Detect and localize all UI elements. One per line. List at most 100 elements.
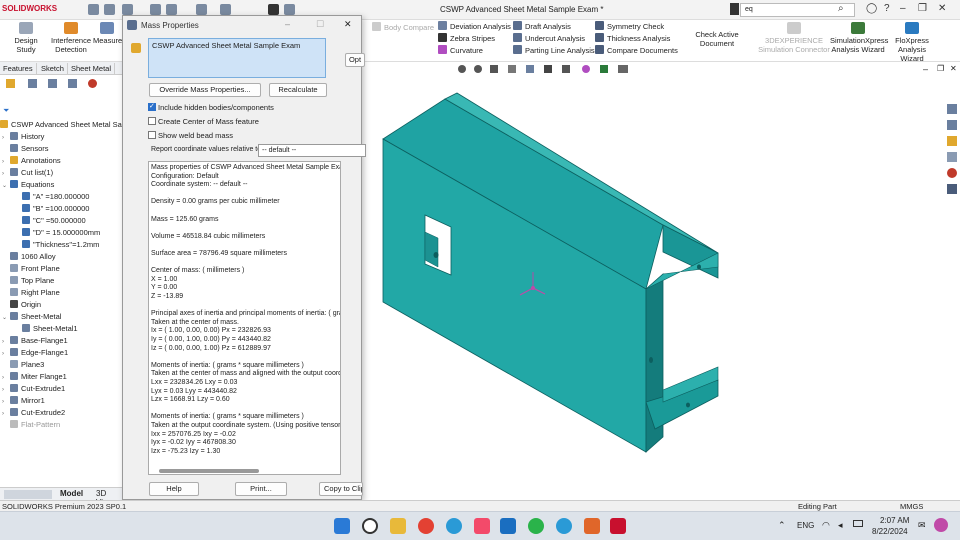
- notifications-icon[interactable]: ✉: [918, 520, 926, 531]
- battery-icon[interactable]: [853, 520, 863, 527]
- copy-to-clipboard-button[interactable]: Copy to Clipt: [319, 482, 363, 496]
- outlook-icon[interactable]: [500, 518, 516, 534]
- dimxpert-icon[interactable]: [68, 79, 77, 88]
- tab-features[interactable]: Features: [0, 63, 37, 75]
- tree-item[interactable]: "C" =50.000000: [14, 215, 86, 227]
- music-icon[interactable]: [474, 518, 490, 534]
- selection-list[interactable]: CSWP Advanced Sheet Metal Sample Exam: [148, 38, 326, 78]
- tab-model[interactable]: Model: [60, 489, 83, 498]
- expand-toggle-icon[interactable]: ⌄: [2, 180, 10, 192]
- horizontal-scrollbar[interactable]: [159, 469, 259, 473]
- volume-icon[interactable]: ◂: [838, 520, 843, 531]
- simulationxpress-button[interactable]: SimulationXpress Analysis Wizard: [830, 22, 888, 54]
- deviation-analysis-button[interactable]: Deviation Analysis: [438, 21, 511, 33]
- recalculate-button[interactable]: Recalculate: [269, 83, 327, 97]
- options-button[interactable]: Opt: [345, 53, 365, 67]
- wifi-icon[interactable]: ◠: [822, 520, 830, 531]
- create-center-of-mass-checkbox[interactable]: Create Center of Mass feature: [148, 117, 259, 127]
- tree-item[interactable]: ⌄ Equations: [2, 179, 54, 191]
- design-study-button[interactable]: Design Study: [4, 22, 48, 54]
- redo-icon[interactable]: [220, 4, 231, 15]
- custom-properties-icon[interactable]: [947, 184, 957, 194]
- 3dexperience-simulation-connector-button[interactable]: 3DEXPERIENCE Simulation Connector: [758, 22, 830, 54]
- tree-item[interactable]: Flat-Pattern: [2, 419, 60, 431]
- tree-item[interactable]: › Annotations: [2, 155, 61, 167]
- search-taskbar-icon[interactable]: [362, 518, 378, 534]
- search-icon[interactable]: ⌕: [838, 3, 844, 14]
- dialog-maximize-icon[interactable]: ☐: [316, 19, 324, 30]
- propertymanager-icon[interactable]: [28, 79, 37, 88]
- tree-item[interactable]: "D" = 15.000000mm: [14, 227, 100, 239]
- print-icon[interactable]: [166, 4, 177, 15]
- expand-toggle-icon[interactable]: ⌄: [2, 312, 10, 324]
- chevron-up-icon[interactable]: ⌃: [778, 520, 786, 531]
- graphics-area[interactable]: – ❐ ✕: [363, 62, 960, 500]
- floxpress-button[interactable]: FloXpress Analysis Wizard: [886, 22, 938, 63]
- display-manager-icon[interactable]: [88, 79, 97, 88]
- restore-icon[interactable]: ❐: [918, 3, 927, 14]
- undo-icon[interactable]: [196, 4, 207, 15]
- matlab-icon[interactable]: [584, 518, 600, 534]
- save-icon[interactable]: [150, 4, 161, 15]
- coordinate-system-select[interactable]: -- default --: [258, 144, 366, 157]
- parting-line-analysis-button[interactable]: Parting Line Analysis: [513, 45, 595, 57]
- body-compare-button[interactable]: Body Compare: [372, 22, 434, 34]
- tab-sheet-metal[interactable]: Sheet Metal: [68, 63, 116, 75]
- featuremanager-icon[interactable]: [6, 79, 15, 88]
- options-icon[interactable]: [284, 4, 295, 15]
- checkbox-checked[interactable]: [148, 102, 156, 112]
- tree-item[interactable]: "Thickness"=1.2mm: [14, 239, 99, 251]
- tab-nav-arrows[interactable]: [4, 490, 52, 499]
- override-mass-properties-button[interactable]: Override Mass Properties...: [149, 83, 261, 97]
- tree-item[interactable]: › Base-Flange1: [2, 335, 68, 347]
- open-icon[interactable]: [122, 4, 133, 15]
- resources-icon[interactable]: [947, 104, 957, 114]
- view-palette-icon[interactable]: [947, 152, 957, 162]
- solidworks-logo[interactable]: SOLIDWORKS: [2, 4, 57, 13]
- tree-item[interactable]: › Cut list(1): [2, 167, 53, 179]
- tree-item[interactable]: Right Plane: [2, 287, 60, 299]
- tree-item[interactable]: Sheet-Metal1: [14, 323, 78, 335]
- clock-time[interactable]: 2:07 AM: [880, 516, 909, 525]
- tree-item[interactable]: 1060 Alloy: [2, 251, 56, 263]
- print-button[interactable]: Print...: [235, 482, 287, 496]
- tree-item[interactable]: Front Plane: [2, 263, 60, 275]
- tree-item[interactable]: Plane3: [2, 359, 44, 371]
- solidworks-taskbar-icon[interactable]: [610, 518, 626, 534]
- thickness-analysis-button[interactable]: Thickness Analysis: [595, 33, 678, 45]
- help-icon[interactable]: ?: [884, 3, 890, 14]
- show-weld-bead-checkbox[interactable]: Show weld bead mass: [148, 131, 233, 141]
- clock-date[interactable]: 8/22/2024: [872, 527, 908, 536]
- measure-button[interactable]: Measure: [93, 22, 122, 45]
- zebra-stripes-button[interactable]: Zebra Stripes: [438, 33, 511, 45]
- tree-item[interactable]: "B" =100.000000: [14, 203, 89, 215]
- chrome-icon[interactable]: [418, 518, 434, 534]
- tree-item[interactable]: Top Plane: [2, 275, 54, 287]
- interference-detection-button[interactable]: Interference Detection: [50, 22, 92, 54]
- close-icon[interactable]: ✕: [938, 3, 946, 14]
- filter-icon[interactable]: ⏷: [3, 106, 9, 116]
- tree-item[interactable]: Sensors: [2, 143, 49, 155]
- telegram-icon[interactable]: [556, 518, 572, 534]
- home-icon[interactable]: [88, 4, 99, 15]
- checkbox-unchecked[interactable]: [148, 131, 156, 139]
- file-explorer-taskbar-icon[interactable]: [390, 518, 406, 534]
- check-active-document-button[interactable]: Check Active Document: [680, 30, 754, 48]
- include-hidden-checkbox[interactable]: Include hidden bodies/components: [148, 102, 274, 113]
- tree-item[interactable]: › Miter Flange1: [2, 371, 67, 383]
- language-indicator[interactable]: ENG: [797, 521, 814, 530]
- tab-sketch[interactable]: Sketch: [38, 63, 68, 75]
- results-text[interactable]: Mass properties of CSWP Advanced Sheet M…: [148, 161, 341, 475]
- tree-item[interactable]: › Mirror1: [2, 395, 45, 407]
- tree-item[interactable]: › History: [2, 131, 44, 143]
- tree-item[interactable]: › Edge-Flange1: [2, 347, 68, 359]
- tree-item[interactable]: › Cut-Extrude1: [2, 383, 65, 395]
- configurationmanager-icon[interactable]: [48, 79, 57, 88]
- user-icon[interactable]: ◯: [866, 3, 877, 14]
- draft-analysis-button[interactable]: Draft Analysis: [513, 21, 595, 33]
- compare-documents-button[interactable]: Compare Documents: [595, 45, 678, 57]
- whatsapp-icon[interactable]: [528, 518, 544, 534]
- copilot-icon[interactable]: [934, 518, 948, 532]
- new-icon[interactable]: [104, 4, 115, 15]
- start-icon[interactable]: [334, 518, 350, 534]
